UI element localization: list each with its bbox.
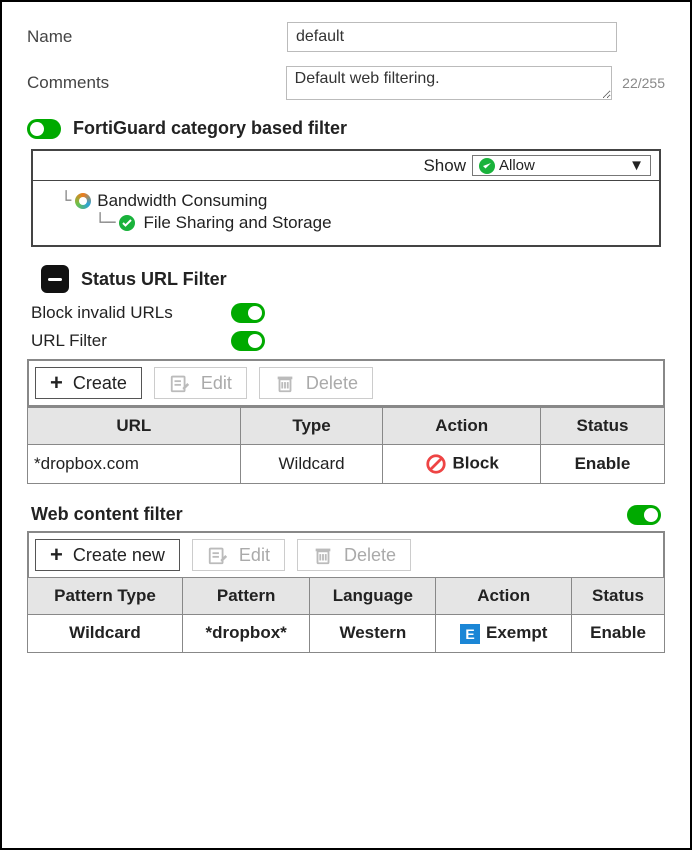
table-row[interactable]: *dropbox.com Wildcard Block Enable	[28, 445, 665, 484]
tree-child-row[interactable]: └─ File Sharing and Storage	[95, 213, 643, 233]
cell-action: Block	[383, 445, 541, 484]
url-filter-toggle[interactable]	[231, 331, 265, 351]
web-content-table: Pattern Type Pattern Language Action Sta…	[27, 577, 665, 653]
cell-action: EExempt	[436, 615, 572, 653]
cell-status: Enable	[540, 445, 664, 484]
tree-child-label: File Sharing and Storage	[143, 213, 331, 233]
tree-branch-icon: └─	[95, 213, 115, 233]
show-selected-value: Allow	[499, 157, 535, 174]
url-filter-label: URL Filter	[31, 331, 231, 351]
allow-icon	[479, 158, 495, 174]
plus-icon: +	[50, 372, 63, 394]
create-new-label: Create new	[73, 545, 165, 566]
name-input[interactable]	[287, 22, 617, 52]
create-button[interactable]: + Create	[35, 367, 142, 399]
wc-toolbar: + Create new Edit Delete	[27, 531, 665, 577]
create-new-button[interactable]: + Create new	[35, 539, 180, 571]
col-status[interactable]: Status	[540, 408, 664, 445]
show-label: Show	[423, 156, 466, 176]
wc-delete-button[interactable]: Delete	[297, 539, 411, 571]
delete-label: Delete	[306, 373, 358, 394]
comments-input[interactable]: Default web filtering.	[286, 66, 613, 100]
collapse-icon[interactable]	[41, 265, 69, 293]
col-url[interactable]: URL	[28, 408, 241, 445]
col-action[interactable]: Action	[383, 408, 541, 445]
cell-pattern: *dropbox*	[183, 615, 310, 653]
tree-parent-row[interactable]: └ Bandwidth Consuming	[61, 191, 643, 211]
tree-parent-label: Bandwidth Consuming	[97, 191, 267, 211]
block-icon	[425, 453, 447, 475]
cell-url: *dropbox.com	[28, 445, 241, 484]
block-invalid-toggle[interactable]	[231, 303, 265, 323]
wc-delete-label: Delete	[344, 545, 396, 566]
exempt-icon: E	[460, 624, 480, 644]
create-label: Create	[73, 373, 127, 394]
block-invalid-label: Block invalid URLs	[31, 303, 231, 323]
wc-edit-label: Edit	[239, 545, 270, 566]
col-type[interactable]: Type	[240, 408, 383, 445]
fortiguard-toggle[interactable]	[27, 119, 61, 139]
wc-edit-button[interactable]: Edit	[192, 539, 285, 571]
url-filter-table: URL Type Action Status *dropbox.com Wild…	[27, 407, 665, 484]
cell-status: Enable	[572, 615, 665, 653]
edit-icon	[169, 372, 191, 394]
edit-button[interactable]: Edit	[154, 367, 247, 399]
web-content-title: Web content filter	[31, 504, 183, 525]
delete-button[interactable]: Delete	[259, 367, 373, 399]
fortiguard-title: FortiGuard category based filter	[73, 118, 347, 139]
category-icon	[75, 193, 91, 209]
tree-branch-icon: └	[61, 191, 71, 211]
table-row[interactable]: Wildcard *dropbox* Western EExempt Enabl…	[28, 615, 665, 653]
allow-icon	[119, 215, 135, 231]
edit-label: Edit	[201, 373, 232, 394]
cell-type: Wildcard	[240, 445, 383, 484]
col-pattern-type[interactable]: Pattern Type	[28, 578, 183, 615]
dropdown-caret-icon: ▼	[629, 157, 644, 174]
comments-counter: 22/255	[622, 75, 665, 91]
col-language[interactable]: Language	[310, 578, 436, 615]
col-pattern[interactable]: Pattern	[183, 578, 310, 615]
plus-icon: +	[50, 544, 63, 566]
col-action[interactable]: Action	[436, 578, 572, 615]
cell-ptype: Wildcard	[28, 615, 183, 653]
web-content-toggle[interactable]	[627, 505, 661, 525]
url-toolbar: + Create Edit Delete	[27, 359, 665, 407]
fortiguard-panel: Show Allow ▼ └ Bandwidth Consuming └─	[31, 149, 661, 247]
comments-label: Comments	[27, 73, 146, 93]
status-url-title: Status URL Filter	[81, 269, 227, 290]
cell-lang: Western	[310, 615, 436, 653]
show-select[interactable]: Allow ▼	[472, 155, 651, 176]
name-label: Name	[27, 27, 147, 47]
edit-icon	[207, 544, 229, 566]
trash-icon	[312, 544, 334, 566]
trash-icon	[274, 372, 296, 394]
col-status[interactable]: Status	[572, 578, 665, 615]
